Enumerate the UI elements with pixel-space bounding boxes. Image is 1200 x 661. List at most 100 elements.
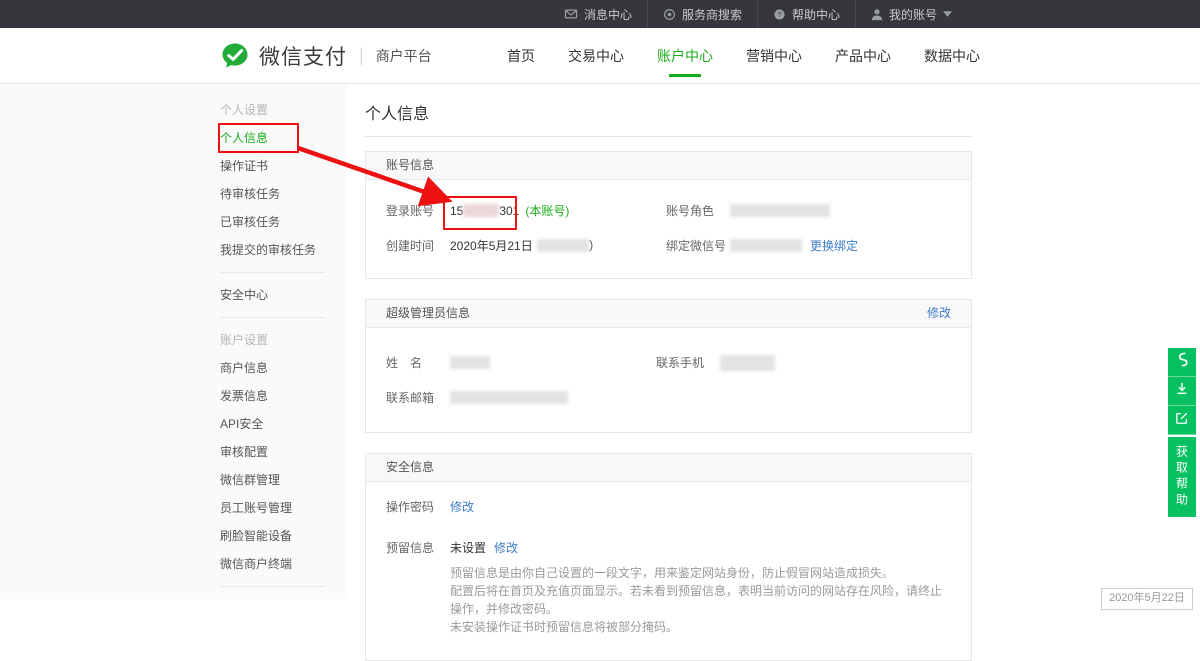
brand-title: 微信支付 — [259, 41, 347, 71]
help-line: 预留信息是由你自己设置的一段文字，用来鉴定网站身份，防止假冒网站造成损失。 — [450, 564, 951, 582]
admin-info-panel-body: 姓 名 联系手机 联系邮箱 — [366, 328, 971, 432]
feedback-button[interactable] — [1168, 406, 1196, 435]
download-icon — [1175, 381, 1189, 401]
page-title: 个人信息 — [365, 100, 972, 124]
bound-wechat-cell: 绑定微信号 更换绑定 — [666, 237, 858, 254]
sidebar-item-审核配置[interactable]: 审核配置 — [220, 438, 330, 466]
account-role-value — [730, 204, 830, 217]
page-body: 个人设置个人信息操作证书待审核任务已审核任务我提交的审核任务安全中心账户设置商户… — [0, 84, 1200, 599]
sidebar-item-安全中心[interactable]: 安全中心 — [220, 281, 330, 309]
hotline-icon — [1175, 351, 1190, 373]
sidebar-divider — [220, 272, 325, 273]
redacted-account-role — [730, 204, 830, 217]
wechat-pay-logo-icon — [220, 41, 250, 71]
help-line: 配置后将在首页及充值页面显示。若未看到预留信息，表明当前访问的网站存在风险，请终… — [450, 582, 951, 618]
admin-info-panel: 超级管理员信息 修改 姓 名 联系手机 — [365, 299, 972, 433]
info-row: 姓 名 联系手机 — [386, 354, 951, 371]
topbar: 消息中心 服务商搜索 ?帮助中心 我的账号 — [0, 0, 1200, 28]
floating-toolbar: 获取帮助 — [1168, 348, 1196, 517]
nav-tab-4[interactable]: 产品中心 — [835, 46, 891, 66]
topbar-item-0[interactable]: 消息中心 — [549, 0, 647, 28]
nav-tab-5[interactable]: 数据中心 — [924, 46, 980, 66]
topbar-item-label: 消息中心 — [584, 6, 632, 23]
help-circle-icon: ? — [773, 8, 786, 21]
created-time-value: 2020年5月21日 ） — [450, 237, 601, 254]
date-tooltip: 2020年5月22日 — [1101, 588, 1193, 610]
sidebar-item-商户信息[interactable]: 商户信息 — [220, 354, 330, 382]
reserved-info-status: 未设置 — [450, 539, 486, 556]
topbar-item-3[interactable]: 我的账号 — [855, 0, 967, 28]
admin-phone-label: 联系手机 — [656, 354, 720, 371]
topbar-item-1[interactable]: 服务商搜索 — [647, 0, 757, 28]
reserved-info-help-text: 预留信息是由你自己设置的一段文字，用来鉴定网站身份，防止假冒网站造成损失。配置后… — [450, 564, 951, 636]
user-icon — [871, 8, 883, 21]
sidebar: 个人设置个人信息操作证书待审核任务已审核任务我提交的审核任务安全中心账户设置商户… — [0, 84, 347, 599]
bound-wechat-value: 更换绑定 — [730, 237, 858, 254]
sidebar-item-个人信息[interactable]: 个人信息 — [220, 124, 330, 152]
brand-logo[interactable]: 微信支付 | 商户平台 — [220, 28, 432, 83]
sidebar-item-刷脸智能设备[interactable]: 刷脸智能设备 — [220, 522, 330, 550]
feedback-icon — [1175, 411, 1189, 430]
sidebar-item-API安全[interactable]: API安全 — [220, 410, 330, 438]
get-help-button[interactable]: 获取帮助 — [1168, 437, 1196, 517]
account-role-label: 账号角色 — [666, 202, 730, 219]
sidebar-item-发票信息[interactable]: 发票信息 — [220, 382, 330, 410]
nav-tab-3[interactable]: 营销中心 — [746, 46, 802, 66]
download-button[interactable] — [1168, 377, 1196, 406]
brand-separator: | — [359, 45, 364, 66]
sidebar-item-员工账号管理[interactable]: 员工账号管理 — [220, 494, 330, 522]
info-row: 登录账号 15 301 (本账号) 账号角色 — [386, 202, 951, 219]
nav-tab-0[interactable]: 首页 — [507, 46, 535, 66]
hotline-button[interactable] — [1168, 348, 1196, 377]
admin-info-panel-header: 超级管理员信息 修改 — [366, 300, 971, 328]
redacted-login-number — [463, 204, 499, 217]
info-row: 联系邮箱 — [386, 389, 951, 406]
login-number-prefix: 15 — [450, 204, 463, 218]
topbar-item-label: 服务商搜索 — [682, 6, 742, 23]
sidebar-item-待审核任务[interactable]: 待审核任务 — [220, 180, 330, 208]
redacted-admin-name — [450, 356, 490, 369]
title-divider — [365, 136, 972, 137]
account-role-cell: 账号角色 — [666, 202, 830, 219]
topbar-item-2[interactable]: ?帮助中心 — [757, 0, 855, 28]
sidebar-divider — [220, 317, 325, 318]
nav-tab-2[interactable]: 账户中心 — [657, 46, 713, 66]
admin-email-value — [450, 391, 568, 404]
admin-edit-link[interactable]: 修改 — [927, 300, 951, 327]
nav-tab-1[interactable]: 交易中心 — [568, 46, 624, 66]
created-time-label: 创建时间 — [386, 237, 450, 254]
redacted-admin-email — [450, 391, 568, 404]
login-account-label: 登录账号 — [386, 202, 450, 219]
admin-name-label: 姓 名 — [386, 354, 450, 371]
info-row: 预留信息 未设置 修改 — [386, 539, 951, 556]
search-circle-icon — [663, 8, 676, 21]
info-row: 创建时间 2020年5月21日 ） 绑定微信号 更换绑定 — [386, 237, 951, 254]
sidebar-divider — [220, 586, 325, 587]
reserved-info-edit-link[interactable]: 修改 — [494, 539, 518, 556]
sidebar-item-微信群管理[interactable]: 微信群管理 — [220, 466, 330, 494]
topbar-menu: 消息中心 服务商搜索 ?帮助中心 我的账号 — [549, 0, 967, 28]
admin-name-cell: 姓 名 — [386, 354, 656, 371]
admin-phone-cell: 联系手机 — [656, 354, 775, 371]
sidebar-item-已审核任务[interactable]: 已审核任务 — [220, 208, 330, 236]
change-binding-link[interactable]: 更换绑定 — [810, 237, 858, 254]
floating-icon-buttons — [1168, 348, 1196, 435]
sidebar-item-微信商户终端[interactable]: 微信商户终端 — [220, 550, 330, 578]
login-account-value: 15 301 (本账号) — [450, 202, 569, 219]
redacted-created-time — [537, 239, 589, 252]
bound-wechat-label: 绑定微信号 — [666, 237, 730, 254]
admin-email-cell: 联系邮箱 — [386, 389, 568, 406]
sidebar-item-我提交的审核任务[interactable]: 我提交的审核任务 — [220, 236, 330, 264]
created-time-cell: 创建时间 2020年5月21日 ） — [386, 237, 666, 254]
topbar-item-label: 我的账号 — [889, 6, 937, 23]
security-info-panel-header: 安全信息 — [366, 454, 971, 482]
login-account-cell: 登录账号 15 301 (本账号) — [386, 202, 666, 219]
created-time-suffix: ） — [589, 237, 601, 254]
header: 微信支付 | 商户平台 首页 交易中心 账户中心 营销中心 产品中心 数据中心 — [0, 28, 1200, 84]
op-password-edit-link[interactable]: 修改 — [450, 498, 474, 515]
sidebar-item-操作证书[interactable]: 操作证书 — [220, 152, 330, 180]
caret-down-icon — [943, 11, 952, 17]
admin-phone-value — [720, 355, 775, 371]
main-nav: 首页 交易中心 账户中心 营销中心 产品中心 数据中心 — [507, 28, 980, 83]
reserved-info-label: 预留信息 — [386, 539, 450, 556]
